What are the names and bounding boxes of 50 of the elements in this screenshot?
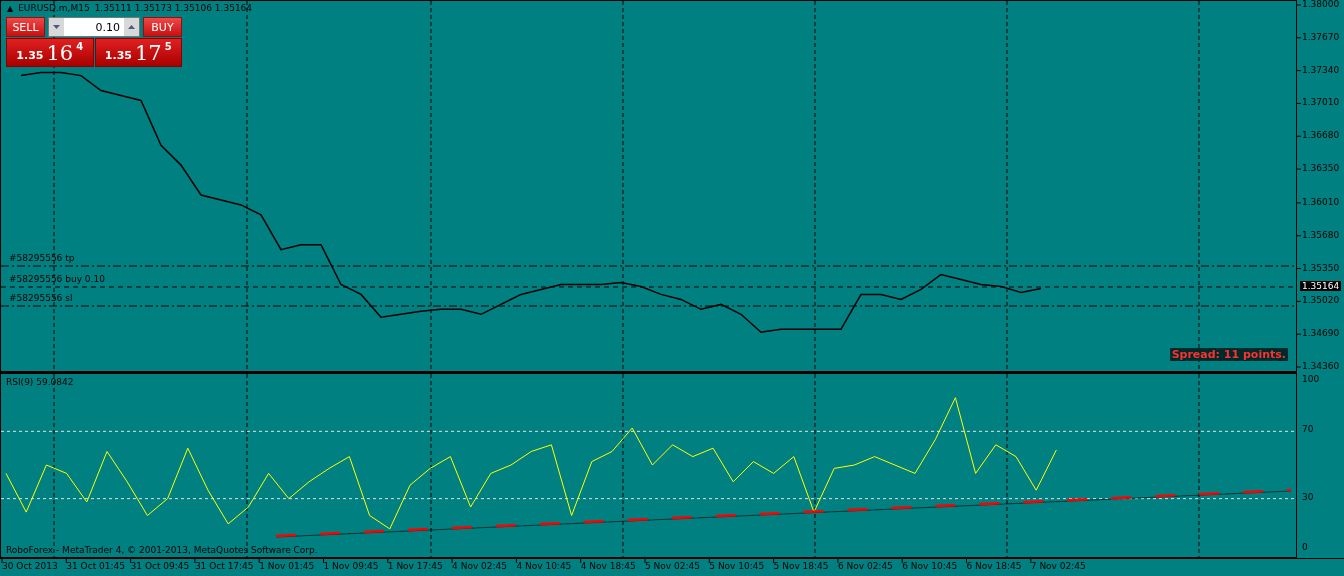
price-tick-label: 1.35680 [1302,229,1340,240]
price-tick-label: 1.36350 [1302,163,1340,174]
time-tick-label: 1 Nov 01:45 [259,561,315,571]
time-tick-label: 4 Nov 18:45 [580,561,636,571]
buy-button[interactable]: BUY [143,17,182,37]
time-tick-label: 6 Nov 02:45 [837,561,893,571]
time-tick-label: 31 Oct 17:45 [194,561,254,571]
price-tick-label: 1.37340 [1302,64,1340,75]
copyright-text: RoboForex - MetaTrader 4, © 2001-2013, MetaQuotes Software Corp. [6,545,318,555]
rsi-tick-label: 70 [1302,424,1314,435]
price-tick-label: 1.34690 [1302,328,1340,339]
time-tick-label: 5 Nov 02:45 [645,561,700,571]
order-label: #58295556 sl [9,293,73,303]
price-tick-label: 1.35020 [1302,295,1340,306]
time-tick-label: 5 Nov 10:45 [709,561,765,571]
time-tick-label: 1 Nov 17:45 [387,561,443,571]
price-tick-label: 1.36010 [1302,196,1340,207]
time-tick-label: 4 Nov 10:45 [516,561,572,571]
price-tick-label: 1.35350 [1302,262,1340,273]
time-tick-label: 4 Nov 02:45 [452,561,508,571]
time-tick-label: 6 Nov 18:45 [966,561,1022,571]
sell-button[interactable]: SELL [6,17,45,37]
symbol-label: EURUSD.m,M15 [18,3,90,13]
time-tick-label: 30 Oct 2013 [2,561,58,571]
time-tick-label: 5 Nov 18:45 [773,561,829,571]
ohlc-values: 1.35111 1.35173 1.35106 1.35164 [94,3,253,13]
price-tick-label: 1.38000 [1302,0,1340,9]
time-tick-label: 31 Oct 09:45 [130,561,190,571]
order-label: #58295556 tp [9,253,75,263]
down-triangle-icon [53,25,60,29]
up-triangle-icon [128,25,135,29]
order-label: #58295556 buy 0.10 [9,274,105,284]
time-tick-label: 6 Nov 10:45 [902,561,958,571]
time-tick-label: 1 Nov 09:45 [323,561,379,571]
price-tick-label: 1.37010 [1302,97,1340,108]
time-tick-label: 7 Nov 02:45 [1030,561,1086,571]
time-tick-label: 31 Oct 01:45 [66,561,125,571]
rsi-tick-label: 30 [1302,491,1314,502]
price-tick-label: 1.36680 [1302,130,1340,141]
current-price-tag: 1.35164 [1300,281,1342,291]
rsi-tick-label: 100 [1302,373,1320,384]
spread-label: Spread: 11 points. [1169,348,1288,361]
collapse-icon[interactable]: ▲ [7,3,14,13]
price-tick-label: 1.37670 [1302,31,1340,42]
spin-down-button[interactable] [49,18,64,36]
spin-up-button[interactable] [124,18,139,36]
indicator-label: RSI(9) 59.0842 [6,377,74,387]
volume-field[interactable]: 0.10 [48,17,140,37]
rsi-tick-label: 0 [1302,542,1308,553]
price-tick-label: 1.34360 [1302,361,1340,371]
